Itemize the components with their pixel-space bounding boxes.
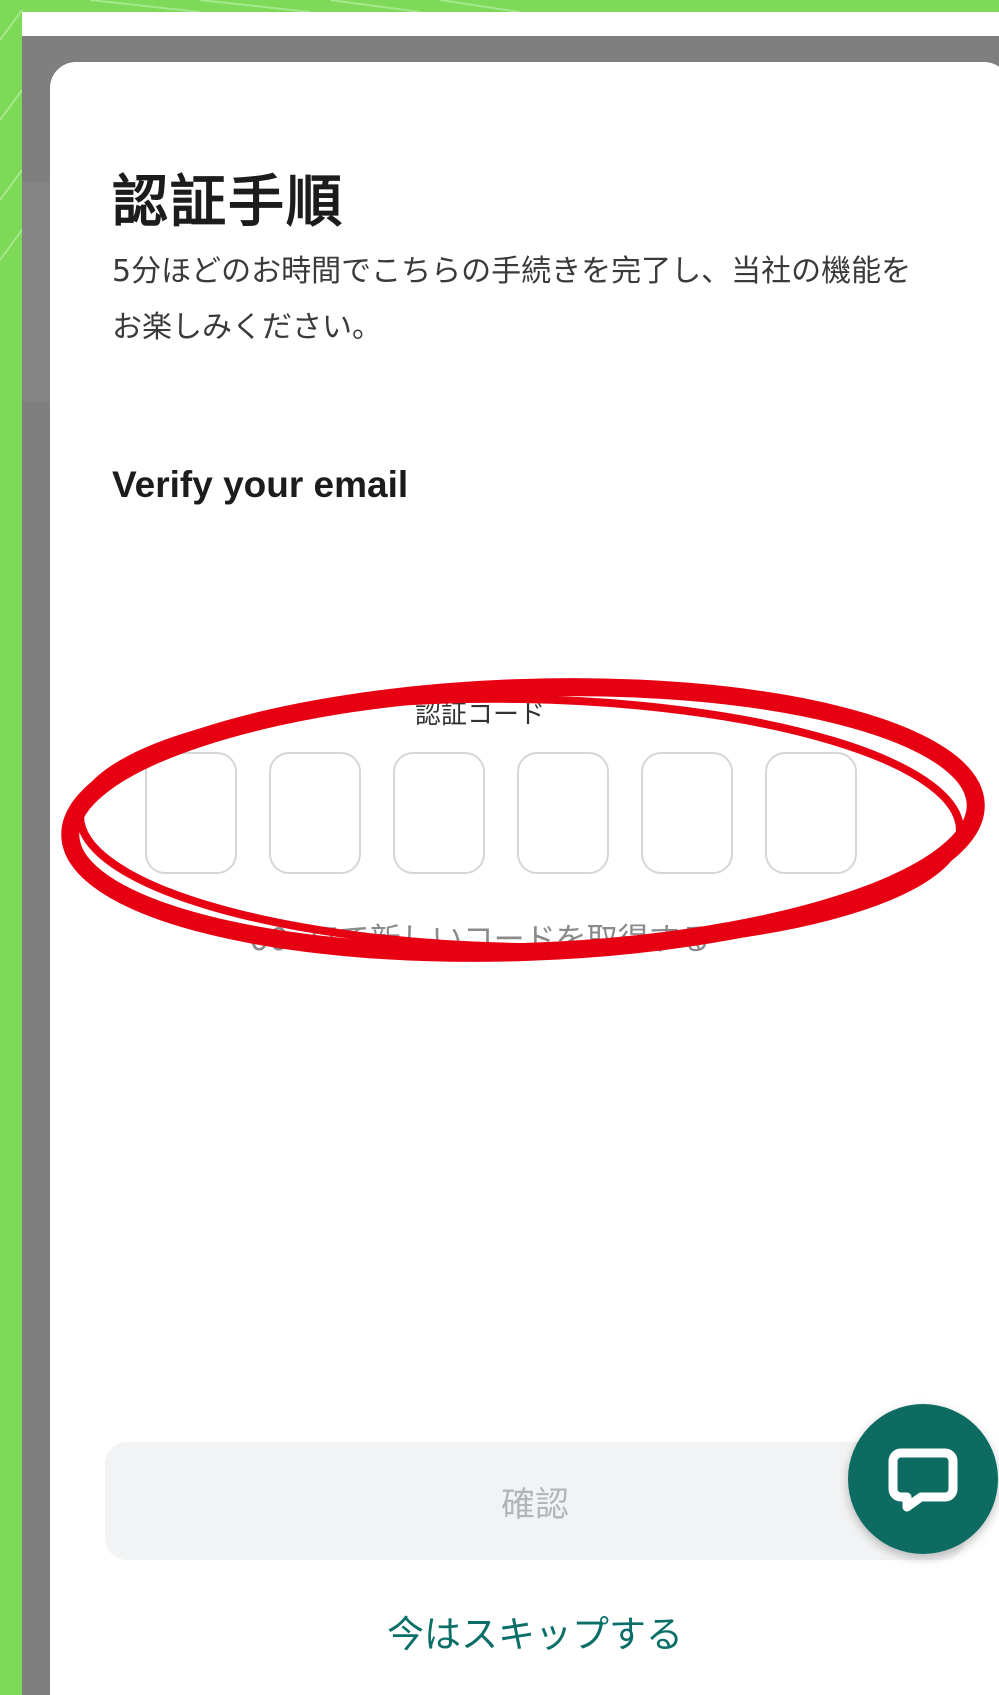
code-digit-2[interactable] bbox=[269, 752, 361, 874]
screen-top-bar bbox=[22, 12, 999, 36]
phone-screen: 認証手順 5分ほどのお時間でこちらの手続きを完了し、当社の機能をお楽しみください… bbox=[22, 12, 999, 1695]
code-digit-6[interactable] bbox=[765, 752, 857, 874]
confirm-button[interactable]: 確認 bbox=[105, 1442, 965, 1560]
skip-link[interactable]: 今はスキップする bbox=[50, 1604, 999, 1658]
modal-title: 認証手順 bbox=[112, 170, 344, 235]
code-label: 認証コード bbox=[414, 700, 545, 730]
resend-code-link[interactable]: 00:37で新しいコードを取得する bbox=[50, 914, 910, 959]
code-digit-5[interactable] bbox=[641, 752, 733, 874]
code-digit-1[interactable] bbox=[145, 752, 237, 874]
chat-button[interactable] bbox=[848, 1404, 998, 1554]
modal-description: 5分ほどのお時間でこちらの手続きを完了し、当社の機能をお楽しみください。 bbox=[112, 254, 912, 345]
code-digit-3[interactable] bbox=[393, 752, 485, 874]
section-title: Verify your email bbox=[112, 464, 409, 505]
code-input-row bbox=[145, 752, 857, 874]
code-digit-4[interactable] bbox=[517, 752, 609, 874]
chat-bubble-icon bbox=[888, 1448, 958, 1512]
